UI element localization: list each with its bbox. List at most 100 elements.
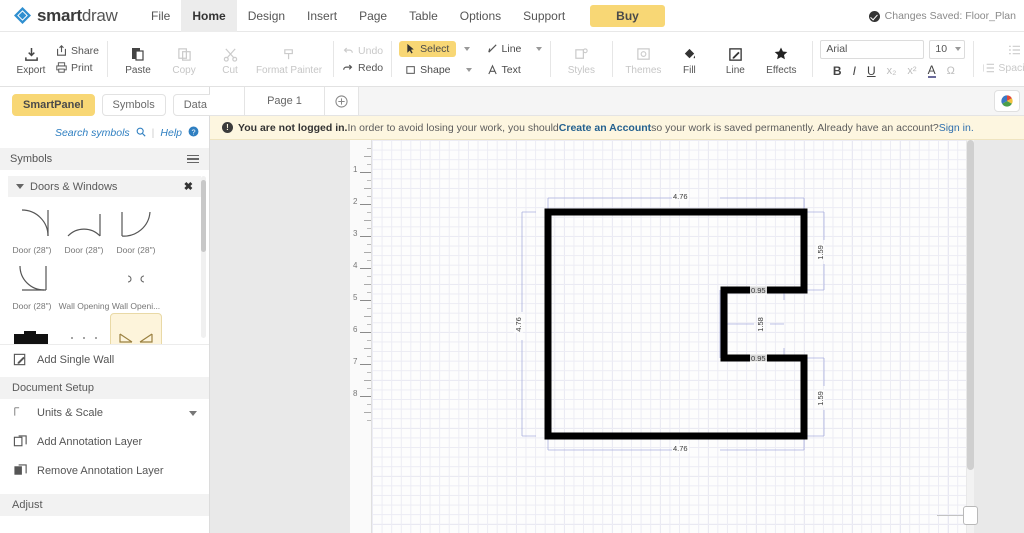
symbol-item[interactable]: Wall Openi... [110, 257, 162, 313]
share-button[interactable]: Share [54, 45, 99, 57]
notice-text-2: so your work is saved permanently. Alrea… [651, 121, 939, 134]
symbol-item[interactable] [58, 313, 110, 344]
canvas-vertical-scrollbar[interactable] [967, 140, 974, 533]
units-scale-caret-icon[interactable] [189, 410, 197, 416]
symbol-item[interactable]: Door (28") [6, 257, 58, 313]
help-link[interactable]: Help [160, 127, 182, 139]
add-single-wall-row[interactable]: Add Single Wall [0, 345, 209, 374]
superscript-button[interactable]: x² [907, 65, 916, 77]
shape-tool-button[interactable]: Shape [399, 62, 457, 78]
zoom-slider-track[interactable] [937, 515, 963, 516]
create-account-link[interactable]: Create an Account [559, 122, 651, 134]
line-tool-caret-icon[interactable] [536, 46, 543, 51]
units-scale-row[interactable]: Units & Scale [0, 399, 209, 427]
shape-tool-caret-icon[interactable] [465, 67, 472, 72]
spacing-button[interactable]: Spacing [981, 62, 1024, 74]
underline-button[interactable]: U [867, 65, 876, 77]
subscript-button[interactable]: x₂ [887, 65, 897, 77]
select-tool-caret-icon[interactable] [464, 46, 471, 51]
add-page-icon [335, 94, 348, 108]
export-label: Export [16, 65, 46, 76]
copy-button[interactable]: Copy [161, 42, 207, 76]
select-tool-button[interactable]: Select [399, 40, 457, 57]
canvas-search-button[interactable] [994, 90, 1020, 112]
drawing-canvas[interactable]: 4.76 4.76 4.76 1.59 1.59 0.95 0.95 1.58 [372, 140, 1024, 533]
menu-item-options[interactable]: Options [449, 0, 512, 32]
symbol-item[interactable] [6, 313, 58, 344]
search-icon[interactable] [136, 127, 146, 140]
symbols-scroll-thumb[interactable] [201, 180, 206, 252]
page-tab-1[interactable]: Page 1 [245, 87, 325, 115]
floor-plan-walls [544, 208, 808, 440]
logo-text-light: draw [81, 5, 118, 25]
bullet-button[interactable]: Bullet [1007, 44, 1024, 56]
symbol-item[interactable]: Door (28") [6, 201, 58, 257]
tab-smartpanel[interactable]: SmartPanel [12, 94, 95, 116]
category-close-icon[interactable]: ✖ [184, 180, 193, 193]
symbols-menu-icon[interactable] [187, 154, 199, 164]
font-size-select[interactable]: 10 [929, 39, 966, 59]
text-tool-button[interactable]: Text [480, 62, 528, 78]
symbol-button[interactable]: Ω [947, 65, 955, 77]
symbol-item[interactable]: Door (28") [58, 201, 110, 257]
font-size-caret-icon [955, 47, 962, 52]
notice-text-1: In order to avoid losing your work, you … [347, 121, 559, 134]
format-painter-button[interactable]: Format Painter [253, 42, 325, 76]
door-quarter-right-icon [114, 205, 158, 243]
door-arc-center-icon [62, 205, 106, 243]
menu-item-support[interactable]: Support [512, 0, 576, 32]
bold-button[interactable]: B [833, 65, 842, 77]
app-body: SmartPanel Symbols Data ✖ Search symbols… [0, 87, 1024, 533]
symbol-item-selected[interactable] [110, 313, 162, 344]
zoom-slider-handle[interactable] [963, 506, 978, 525]
font-color-button[interactable]: A [927, 64, 936, 79]
paste-button[interactable]: Paste [115, 42, 161, 76]
info-icon: ! [222, 122, 233, 133]
undo-button[interactable]: Undo [341, 45, 383, 57]
export-button[interactable]: Export [8, 42, 54, 76]
tab-symbols[interactable]: Symbols [101, 94, 166, 116]
ruler-number: 1 [353, 165, 358, 174]
ruler-number: 6 [353, 325, 358, 334]
double-door-icon [114, 318, 158, 344]
canvas-scroll-thumb[interactable] [967, 140, 974, 470]
menu-item-home[interactable]: Home [181, 0, 237, 32]
symbol-grid: Door (28") Door (28") Door (28") Door (2… [0, 197, 209, 344]
menu-item-file[interactable]: File [140, 0, 181, 32]
fill-button[interactable]: Fill [666, 42, 712, 76]
search-symbols-link[interactable]: Search symbols [55, 127, 130, 139]
smartdraw-app: smartdraw File Home Design Insert Page T… [0, 0, 1024, 533]
remove-annotation-layer-row[interactable]: Remove Annotation Layer [0, 456, 209, 485]
ribbon-group-styles: Styles [550, 32, 612, 86]
cut-button[interactable]: Cut [207, 42, 253, 76]
buy-button[interactable]: Buy [590, 4, 665, 27]
add-page-button[interactable] [325, 87, 359, 115]
dimension-right-top: 1.59 [815, 244, 825, 261]
smartdraw-logo[interactable]: smartdraw [0, 6, 140, 26]
floor-plan-drawing[interactable] [372, 140, 1024, 500]
line-tool-button[interactable]: Line [480, 41, 529, 57]
italic-button[interactable]: I [853, 65, 856, 77]
line-format-button[interactable]: Line [712, 42, 758, 76]
symbol-category-header[interactable]: Doors & Windows ✖ [8, 176, 201, 197]
help-icon[interactable]: ? [188, 126, 199, 140]
symbol-item[interactable]: Wall Opening [58, 257, 110, 313]
print-button[interactable]: Print [54, 62, 99, 74]
redo-button[interactable]: Redo [341, 62, 383, 74]
styles-button[interactable]: Styles [558, 42, 604, 76]
symbol-item[interactable]: Door (28") [110, 201, 162, 257]
add-annotation-layer-row[interactable]: Add Annotation Layer [0, 427, 209, 456]
symbols-scroll-area[interactable]: Doors & Windows ✖ Door (28") Door (28") … [0, 170, 209, 345]
font-name-input[interactable] [820, 39, 925, 59]
select-tool-row: Select [399, 40, 471, 57]
dimension-left: 4.76 [513, 316, 523, 333]
page-tab-bar: Page 1 [210, 87, 1024, 116]
bullet-list-icon [1007, 45, 1021, 55]
sign-in-link[interactable]: Sign in. [939, 122, 974, 134]
menu-item-insert[interactable]: Insert [296, 0, 348, 32]
menu-item-design[interactable]: Design [237, 0, 296, 32]
effects-button[interactable]: Effects [758, 42, 804, 76]
themes-button[interactable]: Themes [620, 42, 666, 76]
menu-item-page[interactable]: Page [348, 0, 398, 32]
menu-item-table[interactable]: Table [398, 0, 449, 32]
